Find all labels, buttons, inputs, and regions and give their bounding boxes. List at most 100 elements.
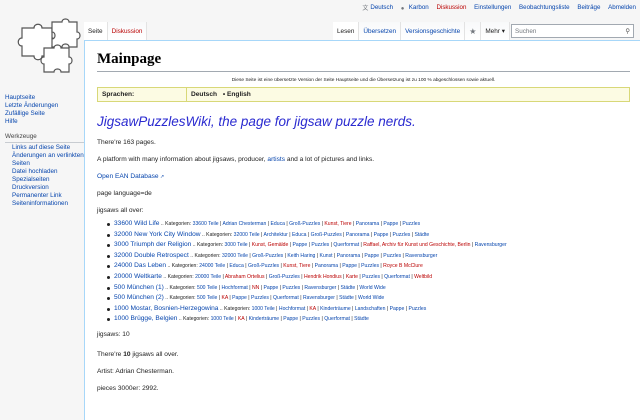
category-link[interactable]: Weltbild [414, 274, 432, 280]
category-link[interactable]: Kinderträume [249, 316, 280, 322]
category-link[interactable]: Puzzles [408, 306, 426, 312]
category-link[interactable]: Keith Haring [287, 253, 315, 259]
artists-link[interactable]: artists [267, 156, 285, 163]
category-link[interactable]: Kunst [320, 253, 333, 259]
jigsaw-title-link[interactable]: 1000 Brügge, Belgien [114, 315, 177, 322]
jigsaw-title-link[interactable]: 1000 Mostar, Bosnien-Herzegowina [114, 305, 218, 312]
sidebar-item-upload[interactable]: Datei hochladen [5, 168, 91, 176]
category-link[interactable]: KA [238, 316, 245, 322]
category-link[interactable]: Ravensburger [304, 285, 336, 291]
jigsaw-title-link[interactable]: 33600 Wild Life [114, 220, 159, 227]
category-link[interactable]: Städte [341, 285, 356, 291]
category-link[interactable]: 33600 Teile [193, 221, 219, 227]
category-link[interactable]: Educa [292, 232, 306, 238]
site-logo[interactable] [8, 14, 82, 74]
jigsaw-title-link[interactable]: 500 München (1) [114, 284, 164, 291]
category-link[interactable]: Puzzles [361, 263, 379, 269]
category-link[interactable]: KA [221, 295, 228, 301]
category-link[interactable]: Querformat [273, 295, 299, 301]
sidebar-item-permalink[interactable]: Permanenter Link [5, 192, 91, 200]
category-link[interactable]: Panorama [346, 232, 370, 238]
category-link[interactable]: Pappe [292, 242, 307, 248]
category-link[interactable]: 1000 Teile [211, 316, 234, 322]
category-link[interactable]: Kunst, Tiere [324, 221, 351, 227]
category-link[interactable]: Querformat [384, 274, 410, 280]
category-link[interactable]: Hochformat [279, 306, 305, 312]
jigsaw-title-link[interactable]: 3000 Triumph der Religion [114, 241, 191, 248]
category-link[interactable]: Pappe [390, 306, 405, 312]
ean-database-link[interactable]: Open EAN Database [97, 173, 164, 180]
category-link[interactable]: 32000 Teile [234, 232, 260, 238]
language-english[interactable]: • English [223, 91, 251, 98]
category-link[interactable]: Pappe [263, 285, 278, 291]
watchlist-link[interactable]: Beobachtungsliste [519, 4, 570, 11]
category-link[interactable]: 500 Teile [197, 285, 217, 291]
category-link[interactable]: 500 Teile [197, 295, 217, 301]
personal-discussion-link[interactable]: Diskussion [436, 4, 466, 11]
category-link[interactable]: Raffael, Archiv für Kunst und Geschichte… [363, 242, 470, 248]
category-link[interactable]: Puzzles [362, 274, 380, 280]
sidebar-item-print[interactable]: Druckversion [5, 184, 91, 192]
category-link[interactable]: NN [252, 285, 259, 291]
jigsaw-title-link[interactable]: 24000 Das Leben [114, 262, 166, 269]
category-link[interactable]: Karte [346, 274, 358, 280]
language-deutsch[interactable]: Deutsch [191, 91, 217, 98]
sidebar-item-what-links-here[interactable]: Links auf diese Seite [5, 144, 91, 152]
sidebar-item-help[interactable]: Hilfe [5, 118, 91, 126]
jigsaw-title-link[interactable]: 500 München (2) [114, 294, 164, 301]
category-link[interactable]: 32000 Teile [222, 253, 248, 259]
sidebar-item-mainpage[interactable]: Hauptseite [5, 94, 91, 102]
category-link[interactable]: Panorama [337, 253, 361, 259]
category-link[interactable]: Pappe [364, 253, 379, 259]
category-link[interactable]: 1000 Teile [252, 306, 275, 312]
more-menu[interactable]: Mehr ▾ [481, 22, 510, 40]
sidebar-item-related-changes[interactable]: Änderungen an verlinkten Seiten [5, 152, 91, 168]
sidebar-item-random-page[interactable]: Zufällige Seite [5, 110, 91, 118]
sidebar-item-recent-changes[interactable]: Letzte Änderungen [5, 102, 91, 110]
tab-read[interactable]: Lesen [333, 22, 360, 40]
category-link[interactable]: Städte [354, 316, 369, 322]
tab-page[interactable]: Seite [84, 22, 108, 40]
category-link[interactable]: Puzzles [392, 232, 410, 238]
category-link[interactable]: World Wide [359, 285, 385, 291]
category-link[interactable]: Educa [229, 263, 243, 269]
category-link[interactable]: Puzzles [302, 316, 320, 322]
category-link[interactable]: Panorama [315, 263, 339, 269]
category-link[interactable]: Groß-Puzzles [248, 263, 279, 269]
category-link[interactable]: 20000 Teile [195, 274, 221, 280]
category-link[interactable]: Pappe [342, 263, 357, 269]
tab-history[interactable]: Versionsgeschichte [401, 22, 466, 40]
category-link[interactable]: Puzzles [251, 295, 269, 301]
sidebar-item-page-info[interactable]: Seiteninformationen [5, 200, 91, 208]
contributions-link[interactable]: Beiträge [577, 4, 600, 11]
category-link[interactable]: Puzzles [383, 253, 401, 259]
category-link[interactable]: Pappe [383, 221, 398, 227]
category-link[interactable]: Kunst, Tiere [283, 263, 310, 269]
category-link[interactable]: Puzzles [402, 221, 420, 227]
category-link[interactable]: Querformat [333, 242, 359, 248]
category-link[interactable]: World Wide [358, 295, 384, 301]
category-link[interactable]: Kunst, Gemälde [252, 242, 289, 248]
category-link[interactable]: Groß-Puzzles [311, 232, 342, 238]
language-link[interactable]: Deutsch [370, 4, 393, 11]
jigsaw-title-link[interactable]: 32000 Double Retrospect [114, 252, 189, 259]
category-link[interactable]: Panorama [356, 221, 380, 227]
category-link[interactable]: KA [309, 306, 316, 312]
category-link[interactable]: Landschaften [355, 306, 386, 312]
category-link[interactable]: Groß-Puzzles [269, 274, 300, 280]
user-link[interactable]: ● Karbon [401, 4, 429, 12]
jigsaw-title-link[interactable]: 32000 New York City Window [114, 231, 201, 238]
category-link[interactable]: Städte [339, 295, 354, 301]
jigsaw-title-link[interactable]: 20000 Weltkarte [114, 273, 162, 280]
category-link[interactable]: Kinderträume [320, 306, 351, 312]
watch-star-icon[interactable]: ★ [465, 22, 482, 40]
category-link[interactable]: Puzzles [311, 242, 329, 248]
category-link[interactable]: Royce B McClure [383, 263, 423, 269]
category-link[interactable]: Pappe [374, 232, 389, 238]
tab-translate[interactable]: Übersetzen [359, 22, 402, 40]
search-icon[interactable]: ⚲ [625, 28, 630, 35]
category-link[interactable]: 24000 Teile [199, 263, 225, 269]
category-link[interactable]: Ravensburger [475, 242, 507, 248]
category-link[interactable]: Groß-Puzzles [289, 221, 320, 227]
category-link[interactable]: Städte [414, 232, 429, 238]
